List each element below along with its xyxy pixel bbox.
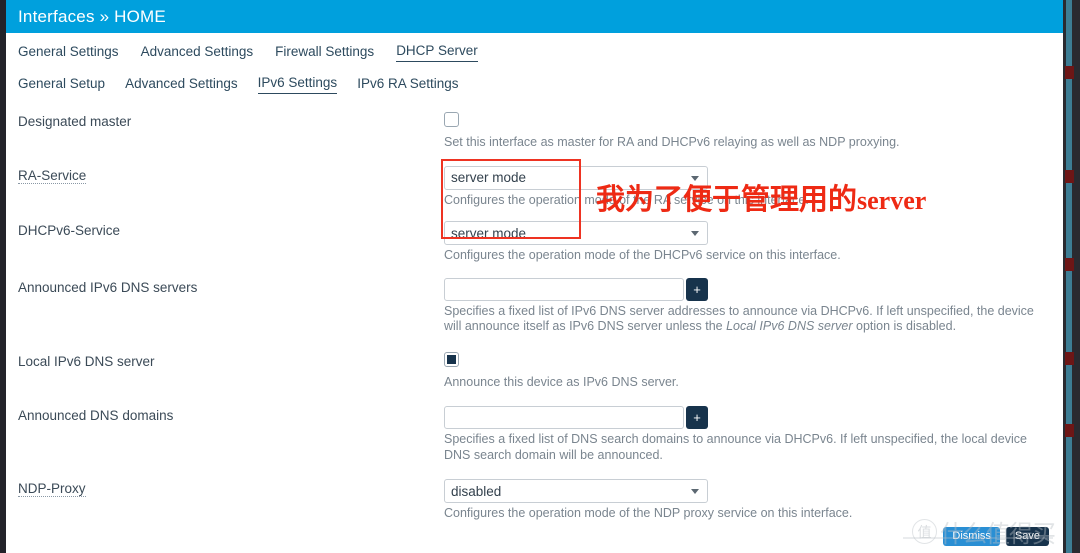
form-row-dhcpv6-service: DHCPv6-Service server mode Configures th… [6, 221, 1063, 264]
chevron-down-icon [691, 489, 699, 494]
tab-ipv6-settings[interactable]: IPv6 Settings [257, 75, 338, 94]
ipv6-settings-form: Designated master Set this interface as … [6, 112, 1063, 522]
chevron-down-icon [691, 175, 699, 181]
label-dhcpv6-service: DHCPv6-Service [18, 223, 121, 238]
page-header: Interfaces » HOME [6, 0, 1063, 33]
desc-ra-service: Configures the operation mode of the RA … [444, 192, 809, 207]
tab-dhcp-server[interactable]: DHCP Server [396, 43, 478, 62]
desc-designated-master: Set this interface as master for RA and … [444, 135, 900, 149]
form-row-local-dns-server: Local IPv6 DNS server Announce this devi… [6, 351, 1063, 391]
chevron-down-icon [691, 231, 699, 236]
label-ra-service: RA-Service [18, 167, 87, 184]
tab-advanced-settings-2[interactable]: Advanced Settings [125, 76, 238, 94]
desc-part-post: option is disabled. [852, 319, 957, 333]
local-dns-server-checkbox[interactable] [444, 351, 459, 367]
ra-service-select[interactable]: server mode [444, 165, 708, 190]
label-local-dns-server: Local IPv6 DNS server [18, 353, 155, 369]
designated-master-checkbox[interactable] [444, 112, 459, 127]
form-row-announced-dns-domains: Announced DNS domains + Specifies a fixe… [6, 406, 1063, 463]
dismiss-button[interactable]: Dismiss [943, 526, 1000, 546]
tab-general-settings[interactable]: General Settings [18, 44, 119, 62]
scroll-marker [1065, 258, 1074, 271]
scroll-marker [1065, 352, 1074, 365]
label-announced-dns-domains: Announced DNS domains [18, 408, 174, 423]
scroll-marker [1065, 424, 1074, 437]
dhcpv6-service-select[interactable]: server mode [444, 221, 708, 245]
desc-part-emphasis: Local IPv6 DNS server [726, 319, 853, 333]
scroll-marker [1065, 170, 1074, 183]
save-button[interactable]: Save [1005, 526, 1049, 546]
ra-service-value: server mode [451, 170, 527, 185]
form-row-ndp-proxy: NDP-Proxy disabled Configures the operat… [6, 479, 1063, 522]
label-announced-dns-servers: Announced IPv6 DNS servers [18, 279, 198, 295]
add-dns-domain-button[interactable]: + [686, 406, 708, 429]
form-row-ra-service: RA-Service server mode Configures the op… [6, 165, 1063, 209]
page-content: Interfaces » HOME General Settings Advan… [6, 0, 1063, 553]
tab-ipv6-ra-settings[interactable]: IPv6 RA Settings [357, 76, 458, 94]
ndp-proxy-value: disabled [451, 483, 502, 499]
label-ndp-proxy: NDP-Proxy [18, 481, 86, 497]
tab-general-setup[interactable]: General Setup [18, 76, 105, 94]
label-designated-master: Designated master [18, 114, 132, 129]
scrollbar-track[interactable] [1066, 0, 1072, 553]
form-row-designated-master: Designated master Set this interface as … [6, 112, 1063, 151]
scroll-marker [1065, 66, 1074, 79]
dhcpv6-service-value: server mode [451, 225, 527, 241]
breadcrumb: Interfaces » HOME [18, 6, 166, 26]
tab-advanced-settings[interactable]: Advanced Settings [141, 44, 254, 62]
secondary-tab-bar: General Setup Advanced Settings IPv6 Set… [6, 75, 1063, 94]
desc-announced-dns-servers: Specifies a fixed list of IPv6 DNS serve… [444, 304, 1051, 335]
form-row-announced-dns-servers: Announced IPv6 DNS servers + Specifies a… [6, 277, 1063, 335]
desc-announced-dns-domains: Specifies a fixed list of DNS search dom… [444, 432, 1027, 462]
add-dns-server-button[interactable]: + [686, 277, 708, 301]
footer-action-bar: Dismiss Save [6, 519, 1063, 553]
window-right-edge [1063, 0, 1080, 553]
desc-local-dns-server: Announce this device as IPv6 DNS server. [444, 374, 679, 389]
desc-dhcpv6-service: Configures the operation mode of the DHC… [444, 248, 841, 262]
ndp-proxy-select[interactable]: disabled [444, 479, 708, 503]
tab-firewall-settings[interactable]: Firewall Settings [275, 44, 374, 62]
primary-tab-bar: General Settings Advanced Settings Firew… [6, 43, 1063, 62]
announced-dns-servers-input[interactable] [444, 277, 684, 301]
announced-dns-domains-input[interactable] [444, 406, 684, 429]
